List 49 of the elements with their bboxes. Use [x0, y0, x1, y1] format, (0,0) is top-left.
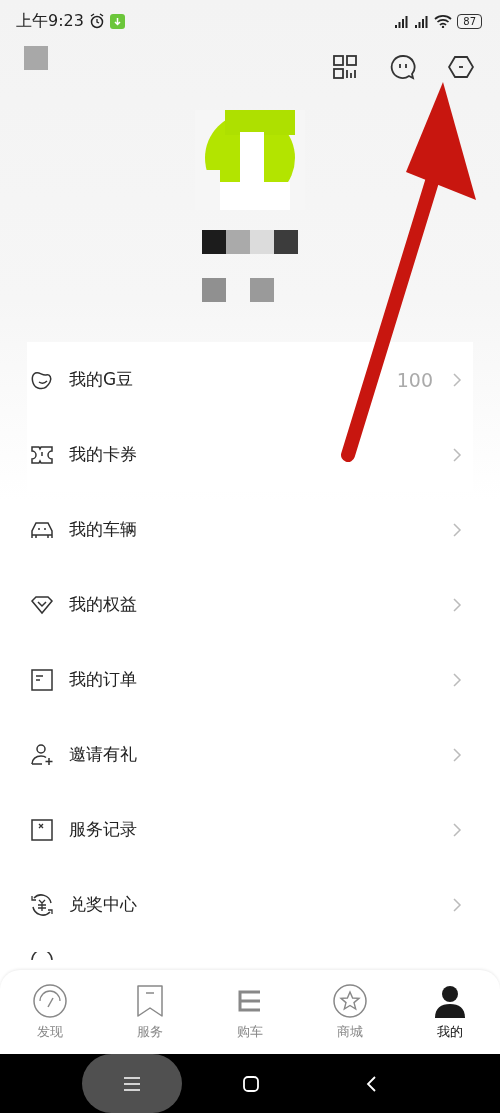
menu-item[interactable]: 服务记录 [0, 792, 500, 867]
settings-icon[interactable] [448, 54, 474, 80]
person-icon [433, 983, 467, 1018]
tab-bar-item[interactable]: 发现 [15, 979, 85, 1045]
yuan-exchange-icon [30, 892, 54, 917]
menu-item[interactable]: 我的G豆 100 [27, 342, 473, 417]
app-logo [24, 46, 48, 70]
menu-item[interactable]: 兑奖中心 [0, 867, 500, 942]
menu-item[interactable]: 邀请有礼 [0, 717, 500, 792]
battery-indicator: 87 [457, 13, 482, 29]
menu-icon [123, 1076, 141, 1091]
cross-box-icon [30, 817, 54, 842]
menu-item[interactable]: 我的权益 [0, 567, 500, 642]
menu-label: 我的G豆 [69, 368, 134, 391]
menu-label: 我的卡券 [69, 443, 137, 466]
download-icon [109, 13, 125, 29]
menu-label: 邀请有礼 [69, 743, 137, 766]
signal-icon [394, 14, 410, 28]
menu-label: 我的权益 [69, 593, 137, 616]
chevron-right-icon [452, 671, 462, 688]
home-button[interactable] [242, 1074, 260, 1093]
chevron-right-icon [452, 446, 462, 463]
document-icon [30, 667, 54, 692]
qr-scan-icon[interactable] [332, 54, 358, 80]
menu-label: 服务记录 [69, 818, 137, 841]
tab-bar-item[interactable]: 商城 [315, 979, 385, 1045]
wifi-icon [434, 14, 453, 28]
menu-item[interactable]: 我的订单 [0, 642, 500, 717]
chevron-right-icon [452, 371, 462, 388]
signal-icon [414, 14, 430, 28]
tab-bar-item[interactable]: 购车 [215, 979, 285, 1045]
add-person-icon [30, 742, 54, 767]
back-button[interactable] [365, 1074, 377, 1093]
bean-count: 100 [396, 368, 433, 391]
chevron-right-icon [452, 896, 462, 913]
chevron-right-icon [452, 596, 462, 613]
chat-bubble-icon[interactable] [390, 54, 416, 80]
menu-item[interactable]: 我的车辆 [0, 492, 500, 567]
status-time: 上午9:23 [16, 10, 84, 32]
alarm-icon [88, 13, 105, 29]
menu-label: 兑奖中心 [69, 893, 137, 916]
chevron-right-icon [452, 521, 462, 538]
chevron-right-icon [452, 746, 462, 763]
tab-bar-item[interactable]: 服务 [115, 979, 185, 1045]
gauge-icon [33, 983, 67, 1018]
tab-bar-item[interactable]: 我的 [415, 979, 485, 1045]
menu-label: 我的订单 [69, 668, 137, 691]
chevron-right-icon [452, 821, 462, 838]
menu-label: 我的车辆 [69, 518, 137, 541]
